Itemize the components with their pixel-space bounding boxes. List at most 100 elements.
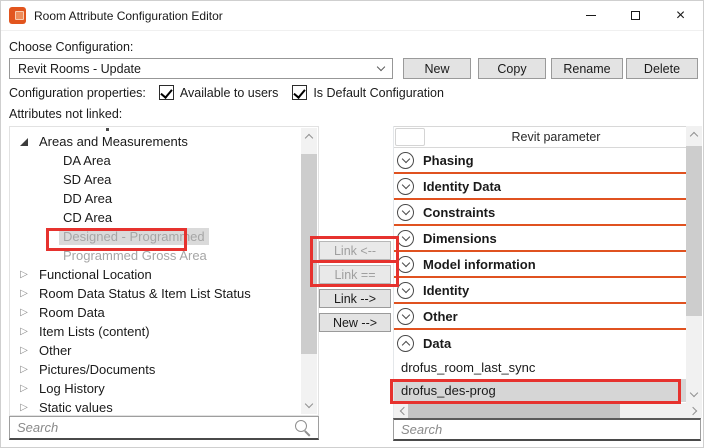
parameter-item-drofus-des-prog[interactable]: drofus_des-prog (394, 379, 686, 402)
tree-item-cd-area[interactable]: CD Area (10, 208, 301, 227)
attributes-tree-panel: Areas and Measurements DA Area SD Area D… (9, 126, 319, 416)
minimize-button[interactable] (568, 1, 613, 30)
tree-item-room-data-status[interactable]: ▷ Room Data Status & Item List Status (10, 284, 301, 303)
scrollbar-up-button[interactable] (301, 128, 317, 145)
chevron-up-icon (305, 134, 313, 142)
is-default-configuration-checkbox[interactable] (292, 85, 307, 100)
group-data[interactable]: Data (394, 330, 686, 356)
link-equals-button[interactable]: Link == (319, 265, 391, 284)
revit-search-box (393, 418, 701, 441)
tree-item-programmed-gross-area[interactable]: Programmed Gross Area (10, 246, 301, 265)
copy-button[interactable]: Copy (478, 58, 546, 79)
group-other[interactable]: Other (394, 304, 686, 330)
group-constraints[interactable]: Constraints (394, 200, 686, 226)
group-dimensions[interactable]: Dimensions (394, 226, 686, 252)
collapsed-triangle-icon[interactable]: ▷ (16, 308, 32, 318)
minimize-icon (586, 15, 596, 16)
chevron-up-circle-icon[interactable] (397, 335, 414, 352)
caption-buttons: × (568, 1, 703, 30)
chevron-down-icon (305, 400, 313, 408)
tree-item-item-lists-content[interactable]: ▷ Item Lists (content) (10, 322, 301, 341)
group-identity-data[interactable]: Identity Data (394, 174, 686, 200)
close-button[interactable]: × (658, 1, 703, 30)
link-right-button[interactable]: Link --> (319, 289, 391, 308)
rename-button[interactable]: Rename (551, 58, 623, 79)
chevron-down-circle-icon[interactable] (397, 178, 414, 195)
configuration-properties-label: Configuration properties: (9, 86, 146, 100)
chevron-left-icon (399, 406, 407, 414)
search-icon[interactable] (294, 419, 311, 436)
chevron-down-circle-icon[interactable] (397, 282, 414, 299)
chevron-down-circle-icon[interactable] (397, 308, 414, 325)
chevron-down-circle-icon[interactable] (397, 204, 414, 221)
collapsed-triangle-icon[interactable]: ▷ (16, 346, 32, 356)
collapsed-triangle-icon[interactable]: ▷ (16, 289, 32, 299)
tree-item-static-values[interactable]: ▷ Static values (10, 398, 301, 415)
scrollbar-right-button[interactable] (686, 403, 702, 418)
chevron-down-circle-icon[interactable] (397, 152, 414, 169)
is-default-configuration-label: Is Default Configuration (313, 86, 444, 100)
group-model-information[interactable]: Model information (394, 252, 686, 278)
scrollbar-down-button[interactable] (301, 397, 317, 414)
scrollbar-up-button[interactable] (686, 126, 702, 143)
collapsed-triangle-icon[interactable]: ▷ (16, 403, 32, 413)
tree-item-room-data[interactable]: ▷ Room Data (10, 303, 301, 322)
tree-item-pictures-documents[interactable]: ▷ Pictures/Documents (10, 360, 301, 379)
tree-item-designed-programmed[interactable]: Designed - Programmed (10, 227, 301, 246)
configuration-dropdown-value: Revit Rooms - Update (18, 62, 141, 76)
chevron-down-circle-icon[interactable] (397, 256, 414, 273)
collapsed-triangle-icon[interactable]: ▷ (16, 365, 32, 375)
expanded-triangle-icon[interactable] (16, 138, 32, 146)
scrollbar-down-button[interactable] (686, 386, 702, 403)
new-button[interactable]: New (403, 58, 471, 79)
tree-item-areas-and-measurements[interactable]: Areas and Measurements (10, 132, 301, 151)
attributes-search-input[interactable] (17, 420, 294, 435)
attributes-search-box (9, 416, 319, 440)
revit-panel-vertical-scrollbar[interactable] (686, 126, 702, 403)
revit-panel-horizontal-scrollbar[interactable] (394, 403, 702, 418)
tree-item-sd-area[interactable]: SD Area (10, 170, 301, 189)
chevron-down-circle-icon[interactable] (397, 230, 414, 247)
configuration-dropdown[interactable]: Revit Rooms - Update (9, 58, 393, 79)
scrollbar-thumb[interactable] (686, 146, 702, 316)
tree-scrollbar[interactable] (301, 128, 317, 414)
header-empty-cell (395, 128, 425, 146)
attributes-tree: Areas and Measurements DA Area SD Area D… (10, 127, 301, 415)
available-to-users-checkbox[interactable] (159, 85, 174, 100)
collapsed-triangle-icon[interactable]: ▷ (16, 270, 32, 280)
revit-parameter-header-label: Revit parameter (426, 127, 686, 147)
revit-parameter-groups: Phasing Identity Data Constraints Dimens… (394, 148, 686, 402)
link-left-button[interactable]: Link <-- (319, 241, 391, 260)
parameter-item-drofus-room-last-sync[interactable]: drofus_room_last_sync (394, 356, 686, 379)
revit-search-input[interactable] (401, 422, 693, 437)
group-phasing[interactable]: Phasing (394, 148, 686, 174)
delete-button[interactable]: Delete (626, 58, 698, 79)
app-icon (9, 7, 26, 24)
scrollbar-thumb[interactable] (301, 154, 317, 354)
available-to-users-label: Available to users (180, 86, 278, 100)
choose-configuration-label: Choose Configuration: (9, 40, 133, 54)
revit-parameter-panel: Revit parameter Phasing Identity Data Co… (393, 126, 701, 418)
revit-parameter-header: Revit parameter (394, 126, 686, 148)
chevron-right-icon (688, 406, 696, 414)
chevron-down-icon (690, 389, 698, 397)
maximize-button[interactable] (613, 1, 658, 30)
group-identity[interactable]: Identity (394, 278, 686, 304)
maximize-icon (631, 11, 640, 20)
scrollbar-thumb[interactable] (408, 403, 620, 418)
collapsed-triangle-icon[interactable]: ▷ (16, 327, 32, 337)
attributes-not-linked-label: Attributes not linked: (9, 107, 122, 121)
collapsed-triangle-icon[interactable]: ▷ (16, 384, 32, 394)
tree-item-functional-location[interactable]: ▷ Functional Location (10, 265, 301, 284)
chevron-down-icon (377, 63, 385, 71)
new-right-button[interactable]: New --> (319, 313, 391, 332)
tree-item-da-area[interactable]: DA Area (10, 151, 301, 170)
close-icon: × (676, 8, 685, 24)
tree-item-dd-area[interactable]: DD Area (10, 189, 301, 208)
configuration-properties-row: Configuration properties: Available to u… (9, 85, 444, 100)
clipped-row-fragment (106, 128, 109, 131)
tree-item-log-history[interactable]: ▷ Log History (10, 379, 301, 398)
tree-item-other[interactable]: ▷ Other (10, 341, 301, 360)
window-title: Room Attribute Configuration Editor (34, 9, 223, 23)
chevron-up-icon (690, 132, 698, 140)
